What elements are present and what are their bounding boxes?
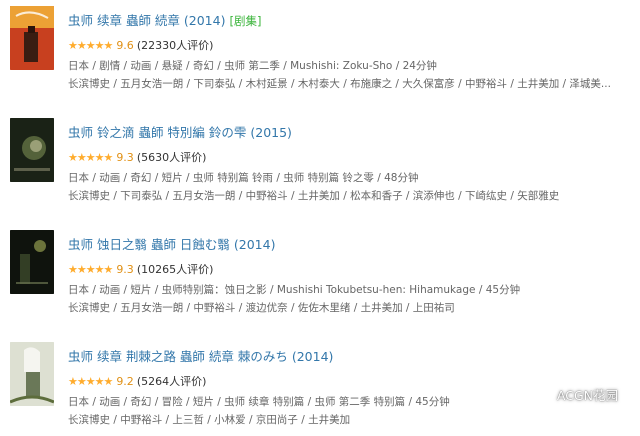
title-text[interactable]: 虫师 续章 蟲師 続章 (2014): [68, 13, 225, 28]
rating-row: ★★★★★ 9.3 (5630人评价): [68, 149, 206, 165]
rating-stars-icon: ★★★★★: [68, 262, 113, 276]
rating-score: 9.3: [116, 262, 134, 276]
rating-count: (5630人评价): [136, 151, 207, 164]
meta-line-1: 日本 / 动画 / 奇幻 / 短片 / 虫师 特别篇 铃雨 / 虫师 特别篇 铃…: [68, 172, 419, 184]
meta-line-2: 长滨博史 / 五月女浩一朗 / 下司泰弘 / 木村延景 / 木村泰大 / 布施康…: [68, 78, 611, 90]
meta-line-2: 长滨博史 / 五月女浩一朗 / 中野裕斗 / 渡边优奈 / 佐佐木里绪 / 土井…: [68, 302, 455, 314]
rating-score: 9.6: [116, 38, 134, 52]
wechat-icon: [532, 386, 552, 403]
poster-thumbnail[interactable]: [10, 118, 54, 182]
meta-line-2: 长滨博史 / 下司泰弘 / 五月女浩一朗 / 中野裕斗 / 土井美加 / 松本和…: [68, 190, 560, 202]
rating-count: (5264人评价): [136, 375, 207, 388]
rating-row: ★★★★★ 9.6 (22330人评价): [68, 37, 213, 53]
rating-score: 9.3: [116, 150, 134, 164]
title-text[interactable]: 虫师 铃之滴 蟲師 特別編 鈴の雫 (2015): [68, 125, 292, 140]
title-text[interactable]: 虫师 蚀日之翳 蟲師 日蝕む翳 (2014): [68, 237, 275, 252]
title-link[interactable]: 虫师 铃之滴 蟲師 特別編 鈴の雫 (2015): [68, 122, 292, 141]
rating-stars-icon: ★★★★★: [68, 38, 113, 52]
result-item: 虫师 蚀日之翳 蟲師 日蝕む翳 (2014) ★★★★★ 9.3 (10265人…: [0, 224, 640, 324]
series-tag-link[interactable]: [剧集]: [229, 14, 261, 28]
poster-thumbnail[interactable]: [10, 230, 54, 294]
result-item: 虫师 铃之滴 蟲師 特別編 鈴の雫 (2015) ★★★★★ 9.3 (5630…: [0, 112, 640, 212]
rating-stars-icon: ★★★★★: [68, 150, 113, 164]
rating-count: (10265人评价): [136, 263, 214, 276]
poster-thumbnail[interactable]: [10, 342, 54, 406]
rating-score: 9.2: [116, 374, 134, 388]
rating-row: ★★★★★ 9.2 (5264人评价): [68, 373, 206, 389]
meta-line-1: 日本 / 剧情 / 动画 / 悬疑 / 奇幻 / 虫师 第二季 / Mushis…: [68, 60, 437, 72]
rating-count: (22330人评价): [136, 39, 214, 52]
title-link[interactable]: 虫师 续章 蟲師 続章 (2014) [剧集]: [68, 10, 261, 29]
rating-stars-icon: ★★★★★: [68, 374, 113, 388]
rating-row: ★★★★★ 9.3 (10265人评价): [68, 261, 213, 277]
poster-thumbnail[interactable]: [10, 6, 54, 70]
watermark-text: ACGN花园: [556, 388, 618, 403]
title-link[interactable]: 虫师 蚀日之翳 蟲師 日蝕む翳 (2014): [68, 234, 275, 253]
meta-line-2: 长滨博史 / 中野裕斗 / 上三哲 / 小林爱 / 京田尚子 / 土井美加: [68, 414, 351, 426]
title-link[interactable]: 虫师 续章 荆棘之路 蟲師 続章 棘のみち (2014): [68, 346, 333, 365]
meta-line-1: 日本 / 动画 / 短片 / 虫师特别篇：蚀日之影 / Mushishi Tok…: [68, 284, 521, 296]
result-item: 虫师 续章 蟲師 続章 (2014) [剧集] ★★★★★ 9.6 (22330…: [0, 0, 640, 100]
watermark: ACGN花园: [532, 385, 618, 404]
title-text[interactable]: 虫师 续章 荆棘之路 蟲師 続章 棘のみち (2014): [68, 349, 333, 364]
